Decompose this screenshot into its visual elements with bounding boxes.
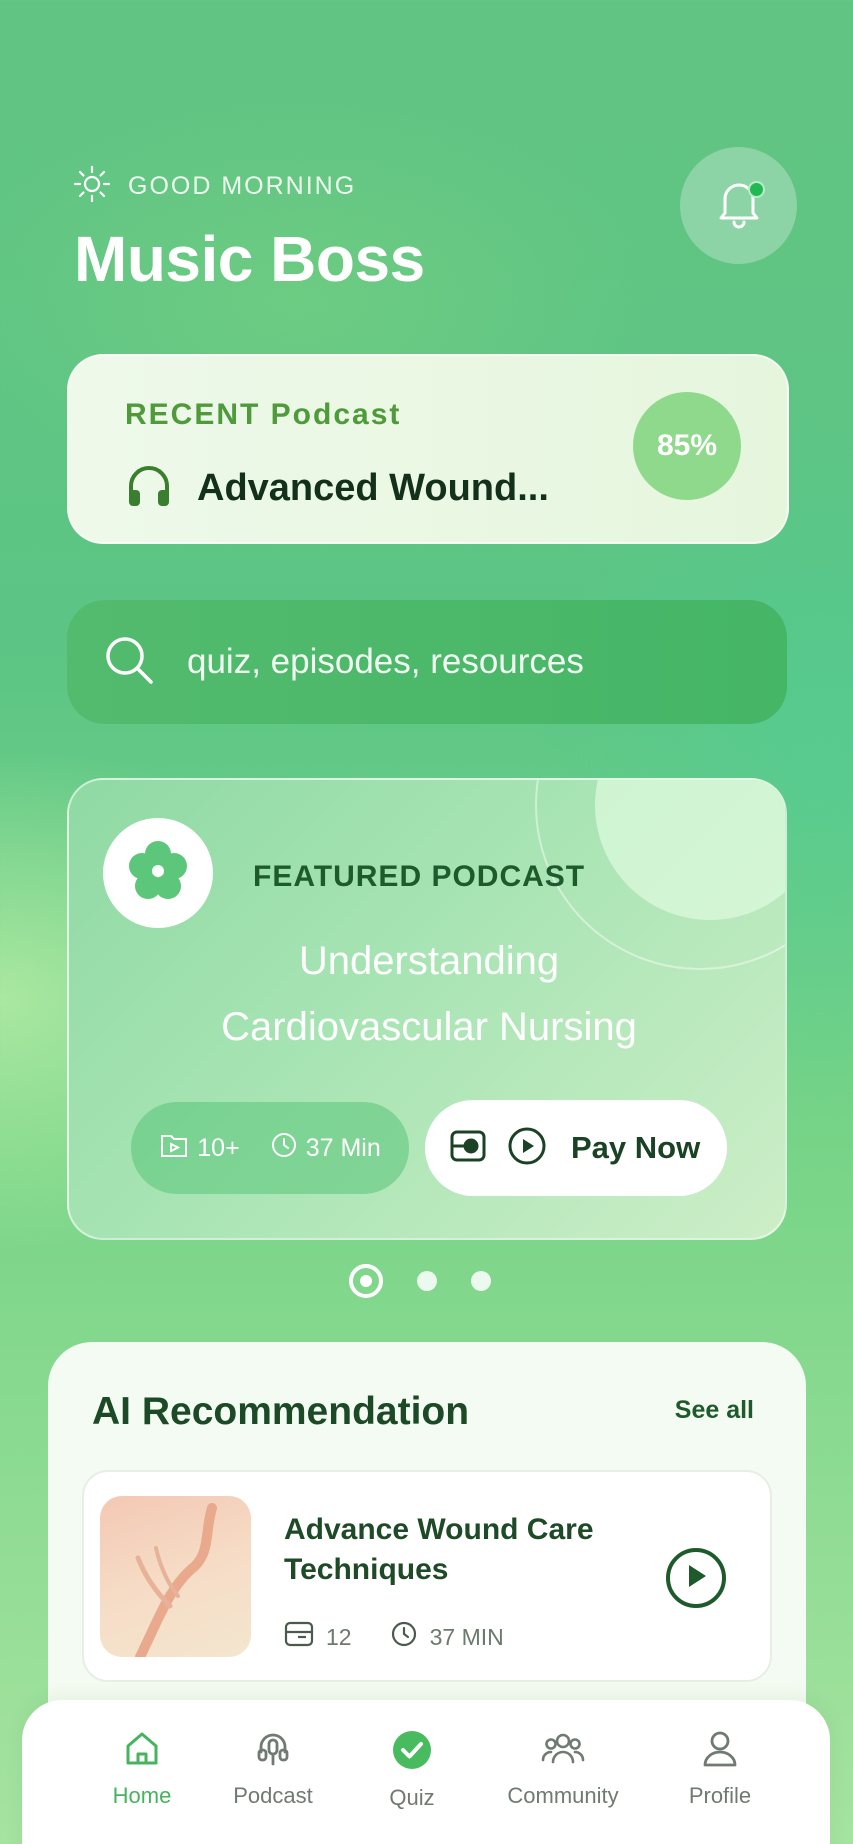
episodes-icon bbox=[284, 1620, 314, 1654]
duration: 37 MIN bbox=[429, 1623, 504, 1650]
featured-title-line-1: Understanding bbox=[298, 939, 560, 983]
bottom-navigation: Home Podcast Quiz Community Profile bbox=[22, 1700, 830, 1844]
notification-button[interactable] bbox=[680, 147, 797, 264]
nav-label-quiz: Quiz bbox=[389, 1785, 435, 1810]
recent-podcast-card[interactable]: RECENT Podcast Advanced Wound... 85% bbox=[67, 354, 789, 544]
section-title: AI Recommendation bbox=[92, 1390, 470, 1433]
carousel-dot[interactable] bbox=[471, 1271, 491, 1291]
carousel-dot-active[interactable] bbox=[349, 1264, 383, 1298]
featured-meta: 10+ 37 Min bbox=[131, 1102, 409, 1194]
podcast-icon bbox=[254, 1730, 292, 1773]
nav-item-profile[interactable]: Profile bbox=[645, 1730, 795, 1809]
featured-logo bbox=[103, 818, 213, 928]
clock-icon bbox=[390, 1620, 418, 1654]
recent-label: RECENT Podcast bbox=[125, 398, 402, 431]
nav-item-podcast[interactable]: Podcast bbox=[198, 1730, 348, 1809]
featured-title-line-2: Cardiovascular Nursing bbox=[221, 1005, 637, 1049]
carousel-indicator bbox=[349, 1264, 491, 1298]
recommendation-meta: 12 37 MIN bbox=[284, 1620, 504, 1654]
greeting-text: GOOD MORNING bbox=[128, 172, 357, 200]
headphones-icon bbox=[125, 464, 173, 513]
flower-icon bbox=[125, 838, 191, 909]
clock-icon bbox=[270, 1131, 298, 1166]
nav-item-home[interactable]: Home bbox=[67, 1730, 217, 1809]
episodes-count: 12 bbox=[326, 1623, 352, 1650]
search-icon bbox=[103, 634, 155, 691]
nav-item-quiz[interactable]: Quiz bbox=[337, 1730, 487, 1811]
play-icon bbox=[684, 1563, 708, 1594]
progress-badge: 85% bbox=[633, 392, 741, 500]
play-circle-icon bbox=[507, 1126, 547, 1171]
unread-dot bbox=[748, 181, 765, 198]
home-icon bbox=[123, 1730, 161, 1773]
episodes-count: 10+ bbox=[197, 1133, 240, 1162]
podcast-thumbnail bbox=[100, 1496, 251, 1657]
pay-now-button[interactable]: Pay Now bbox=[425, 1100, 727, 1196]
nav-item-community[interactable]: Community bbox=[488, 1730, 638, 1809]
pay-now-label: Pay Now bbox=[571, 1130, 701, 1165]
greeting: GOOD MORNING bbox=[72, 164, 356, 209]
recommendation-card[interactable]: Advance Wound Care Techniques 12 37 MIN bbox=[82, 1470, 772, 1682]
featured-label: FEATURED PODCAST bbox=[253, 860, 586, 893]
nav-label-home: Home bbox=[112, 1783, 172, 1808]
nav-label-community: Community bbox=[507, 1783, 619, 1808]
community-icon bbox=[541, 1730, 585, 1773]
sun-icon bbox=[72, 164, 112, 209]
play-button[interactable] bbox=[666, 1548, 726, 1608]
user-name: Music Boss bbox=[74, 223, 425, 295]
search-bar[interactable] bbox=[67, 600, 787, 724]
recommendation-title: Advance Wound Care Techniques bbox=[284, 1513, 594, 1586]
carousel-dot[interactable] bbox=[417, 1271, 437, 1291]
episodes-icon bbox=[159, 1131, 189, 1166]
featured-podcast-card[interactable]: FEATURED PODCAST Understanding Cardiovas… bbox=[67, 778, 787, 1240]
search-input[interactable] bbox=[187, 642, 747, 682]
see-all-link[interactable]: See all bbox=[675, 1396, 754, 1425]
nav-label-podcast: Podcast bbox=[233, 1783, 313, 1808]
profile-icon bbox=[701, 1730, 739, 1773]
ticket-icon bbox=[449, 1129, 487, 1168]
duration: 37 Min bbox=[305, 1133, 381, 1162]
featured-title: Understanding Cardiovascular Nursing bbox=[69, 928, 785, 1060]
quiz-check-icon bbox=[392, 1730, 432, 1775]
recent-title: Advanced Wound... bbox=[197, 467, 549, 509]
nav-label-profile: Profile bbox=[688, 1783, 752, 1808]
